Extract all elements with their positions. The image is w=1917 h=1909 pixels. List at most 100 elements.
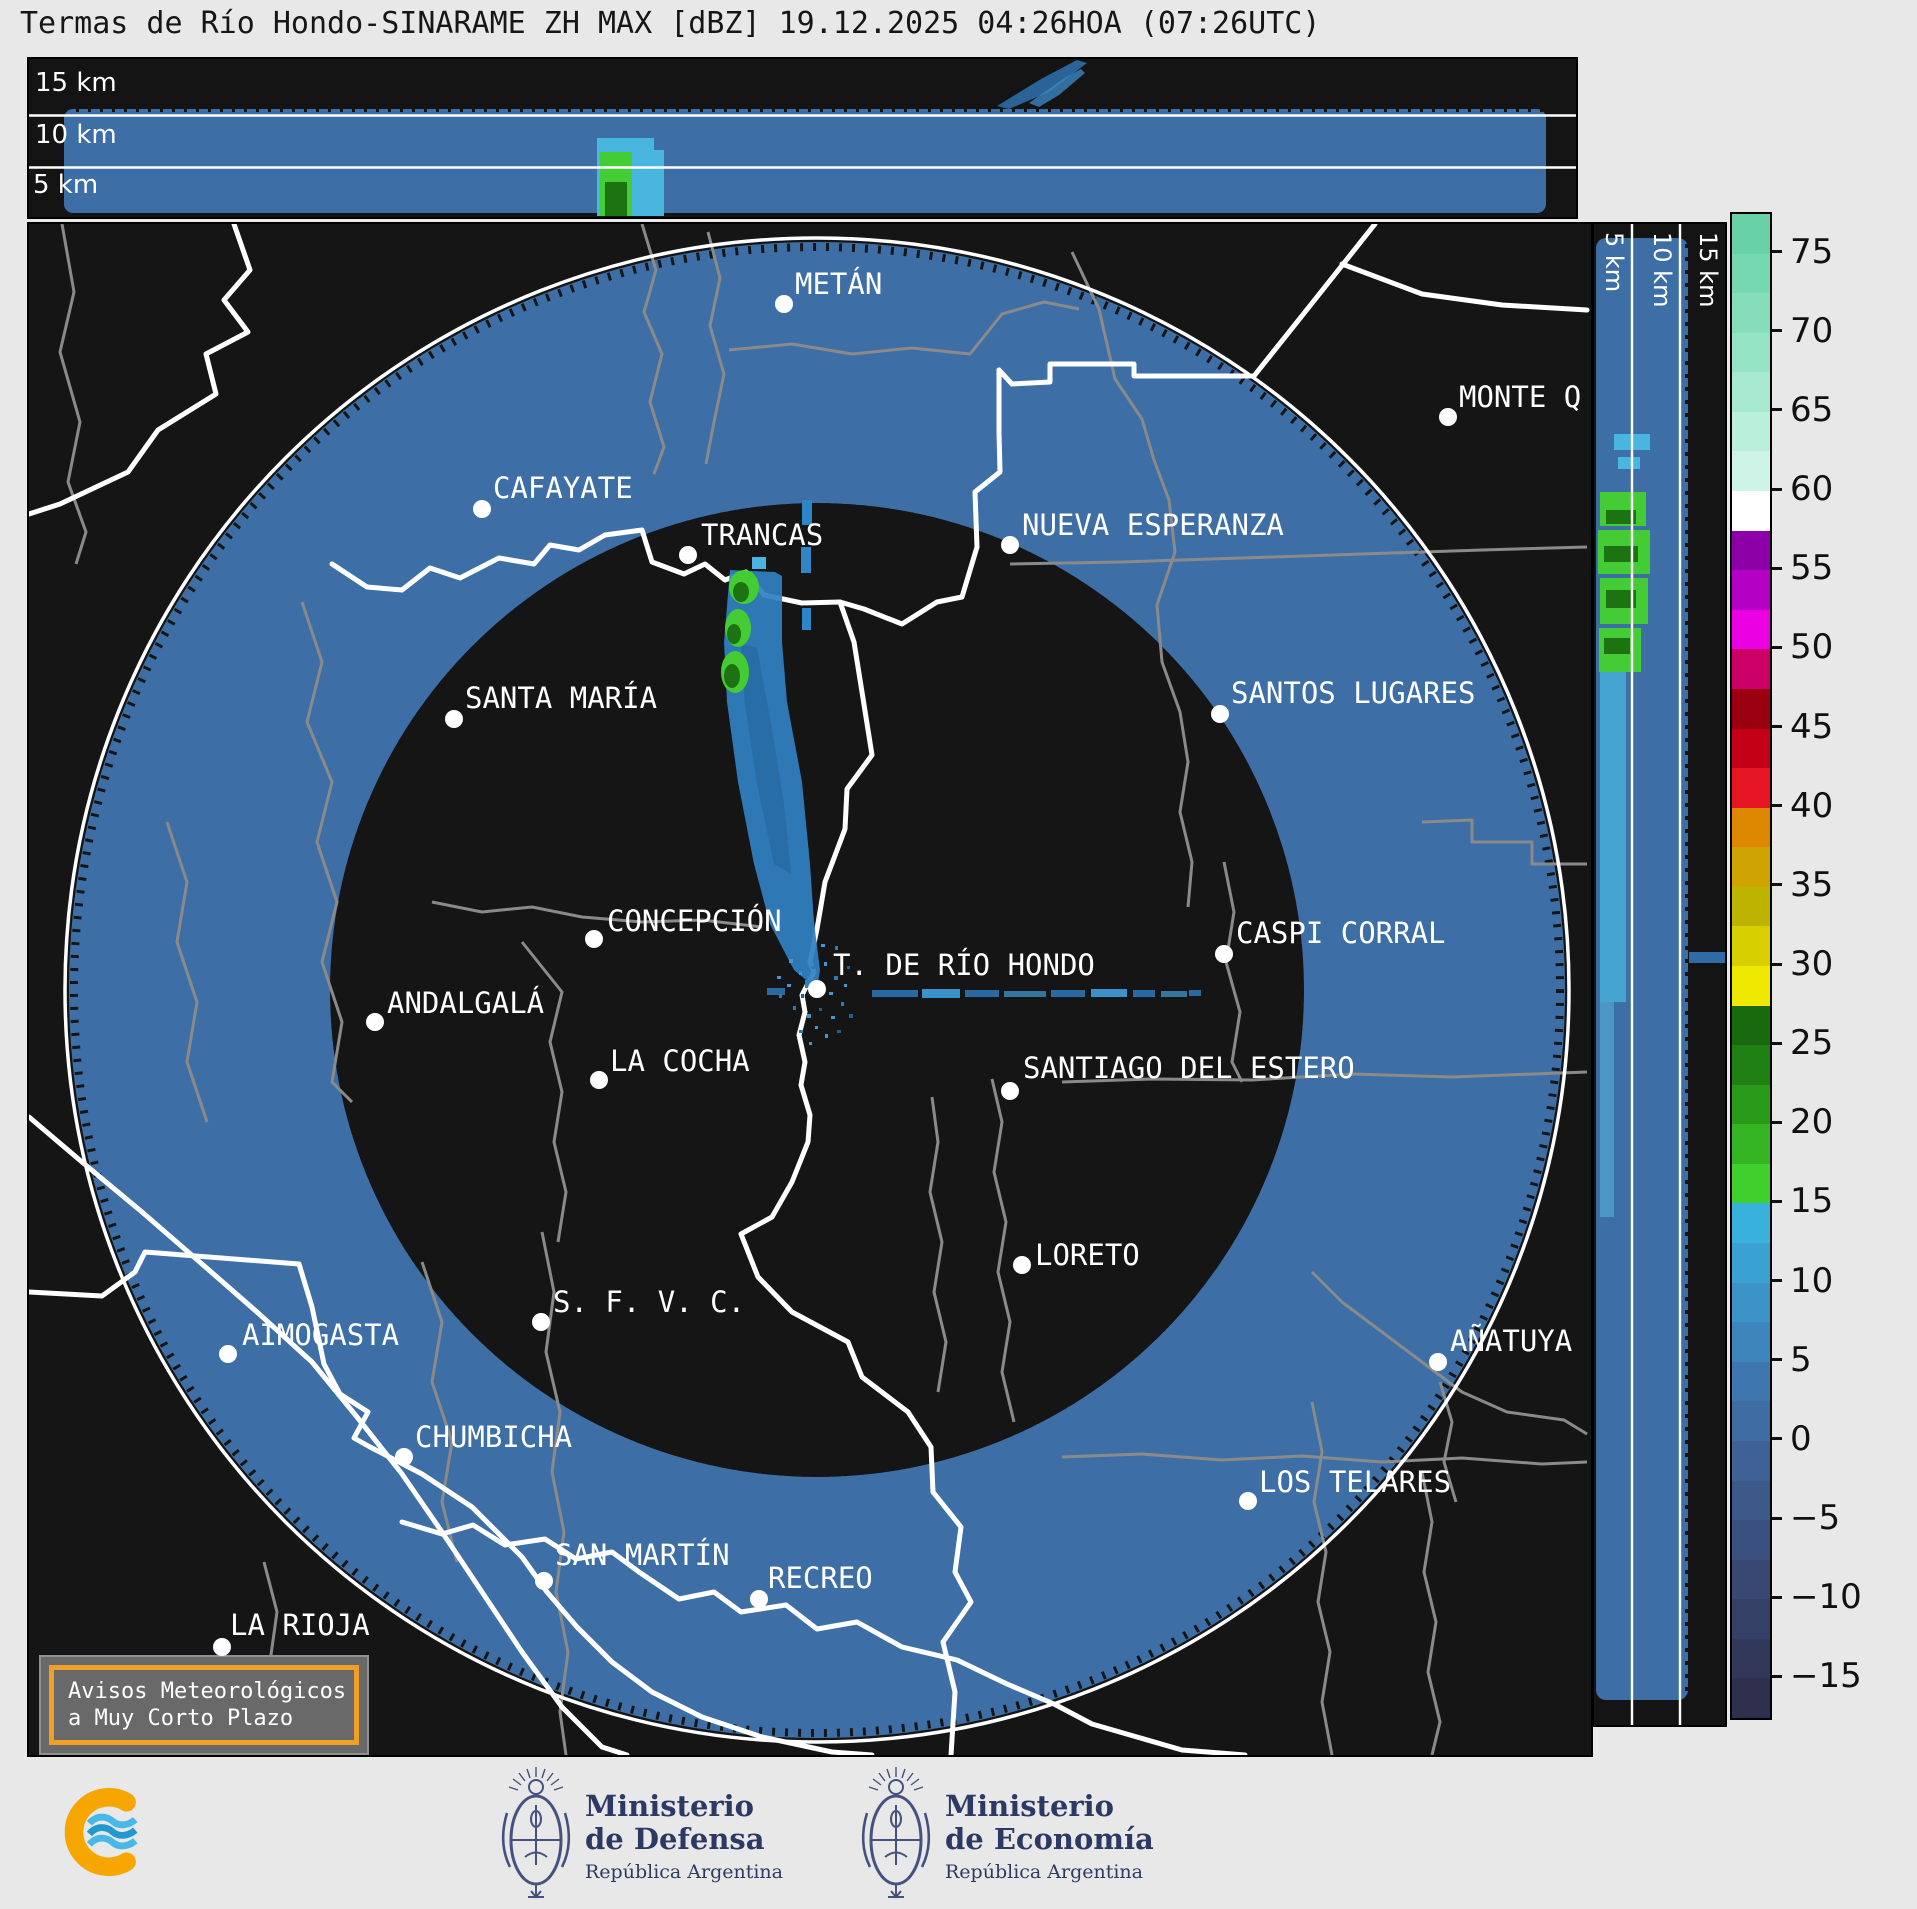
city-label: CAFAYATE [493, 473, 633, 503]
colorbar-cell [1732, 649, 1770, 689]
colorbar-tick-label: −15 [1790, 1656, 1862, 1696]
colorbar-cell [1732, 887, 1770, 927]
city-marker [775, 295, 793, 313]
radar-map: Avisos Meteorológicos a Muy Corto Plazo … [27, 222, 1593, 1757]
colorbar-tick-mark [1772, 1596, 1782, 1599]
colorbar-tick-label: 10 [1790, 1261, 1833, 1301]
colorbar-tick-label: 65 [1790, 390, 1833, 430]
top-cross-section-panel: 15 km 10 km 5 km [27, 57, 1578, 219]
colorbar-tick-label: 25 [1790, 1023, 1833, 1063]
colorbar-tick-mark [1772, 488, 1782, 491]
colorbar-cell [1732, 1085, 1770, 1125]
colorbar-tick-label: 55 [1790, 548, 1833, 588]
city-label: RECREO [768, 1563, 873, 1593]
city-marker [1429, 1353, 1447, 1371]
colorbar-cell [1732, 1481, 1770, 1521]
city-label: LORETO [1035, 1240, 1140, 1270]
height-label-15km-vertical: 15 km [1694, 232, 1722, 307]
colorbar-cell [1732, 847, 1770, 887]
colorbar-tick-mark [1772, 567, 1782, 570]
city-marker [1001, 1082, 1019, 1100]
colorbar-tick-mark [1772, 1675, 1782, 1678]
city-label: LA COCHA [610, 1046, 750, 1076]
colorbar-ticks: 757065605550454035302520151050−5−10−15 [1772, 212, 1912, 1716]
warning-box-border: Avisos Meteorológicos a Muy Corto Plazo [49, 1665, 359, 1745]
city-marker [1215, 945, 1233, 963]
right-cross-section-panel: 5 km 10 km 15 km [1592, 222, 1727, 1727]
city-label: NUEVA ESPERANZA [1022, 510, 1284, 540]
colorbar-cell [1732, 1045, 1770, 1085]
height-label-5km: 5 km [33, 170, 98, 200]
ministry-defensa: Ministerio de Defensa República Argentin… [585, 1790, 783, 1883]
colorbar-cell [1732, 570, 1770, 610]
colorbar-tick-label: 60 [1790, 469, 1833, 509]
colorbar-cell [1732, 610, 1770, 650]
colorbar-tick-label: 20 [1790, 1102, 1833, 1142]
ministry-defensa-line-3: República Argentina [585, 1861, 783, 1883]
colorbar-cell [1732, 1639, 1770, 1679]
colorbar-tick-label: 50 [1790, 627, 1833, 667]
city-marker [213, 1638, 231, 1656]
colorbar-cell [1732, 808, 1770, 848]
colorbar-cell [1732, 729, 1770, 769]
colorbar-cell [1732, 451, 1770, 491]
colorbar-cell [1732, 1599, 1770, 1639]
colorbar-tick-label: 45 [1790, 707, 1833, 747]
city-marker [1001, 536, 1019, 554]
city-marker [750, 1590, 768, 1608]
colorbar-cell [1732, 412, 1770, 452]
colorbar-cell [1732, 1164, 1770, 1204]
defensa-coat-of-arms-icon [495, 1765, 577, 1905]
warning-line-2: a Muy Corto Plazo [68, 1705, 354, 1732]
city-marker [395, 1448, 413, 1466]
colorbar-cell [1732, 1362, 1770, 1402]
colorbar-cell [1732, 293, 1770, 333]
colorbar-tick-label: 35 [1790, 865, 1833, 905]
colorbar-cell [1732, 254, 1770, 294]
height-label-10km-vertical: 10 km [1648, 232, 1676, 307]
colorbar-cell [1732, 926, 1770, 966]
height-label-15km: 15 km [35, 68, 117, 98]
colorbar-tick-mark [1772, 329, 1782, 332]
city-label: SANTA MARÍA [465, 683, 657, 713]
city-marker [366, 1013, 384, 1031]
colorbar-cell [1732, 1006, 1770, 1046]
city-marker [445, 710, 463, 728]
city-marker [1439, 408, 1457, 426]
city-marker [535, 1572, 553, 1590]
right-cross-section-graphic [1594, 224, 1725, 1725]
colorbar-cell [1732, 1243, 1770, 1283]
colorbar-cell [1732, 1283, 1770, 1323]
city-label: SANTOS LUGARES [1231, 678, 1475, 708]
colorbar-cell [1732, 491, 1770, 531]
colorbar-cell [1732, 1441, 1770, 1481]
colorbar-tick-label: 30 [1790, 944, 1833, 984]
city-label: MONTE Q [1459, 382, 1581, 412]
warning-box: Avisos Meteorológicos a Muy Corto Plazo [39, 1655, 369, 1755]
city-label: LA RIOJA [230, 1610, 370, 1640]
city-label: LOS TELARES [1259, 1467, 1451, 1497]
colorbar-tick-label: 0 [1790, 1419, 1812, 1459]
city-marker [1239, 1492, 1257, 1510]
economia-coat-of-arms-icon [855, 1765, 937, 1905]
smn-logo-icon [45, 1768, 175, 1898]
city-marker [532, 1313, 550, 1331]
city-marker [585, 930, 603, 948]
colorbar-tick-mark [1772, 250, 1782, 253]
colorbar-tick-mark [1772, 883, 1782, 886]
city-label: AÑATUYA [1450, 1326, 1572, 1356]
colorbar-tick-label: 75 [1790, 232, 1833, 272]
colorbar-cell [1732, 1322, 1770, 1362]
colorbar-cell [1732, 531, 1770, 571]
page-title: Termas de Río Hondo-SINARAME ZH MAX [dBZ… [20, 6, 1320, 42]
ministry-economia-line-1: Ministerio [945, 1790, 1154, 1823]
colorbar-tick-mark [1772, 1517, 1782, 1520]
warning-line-1: Avisos Meteorológicos [68, 1678, 354, 1705]
colorbar-tick-mark [1772, 963, 1782, 966]
city-marker [1211, 705, 1229, 723]
colorbar-tick-mark [1772, 725, 1782, 728]
city-label: SAN MARTÍN [555, 1540, 730, 1570]
city-label: SANTIAGO DEL ESTERO [1023, 1053, 1355, 1083]
city-label: CONCEPCIÓN [607, 906, 782, 936]
colorbar-tick-mark [1772, 1042, 1782, 1045]
